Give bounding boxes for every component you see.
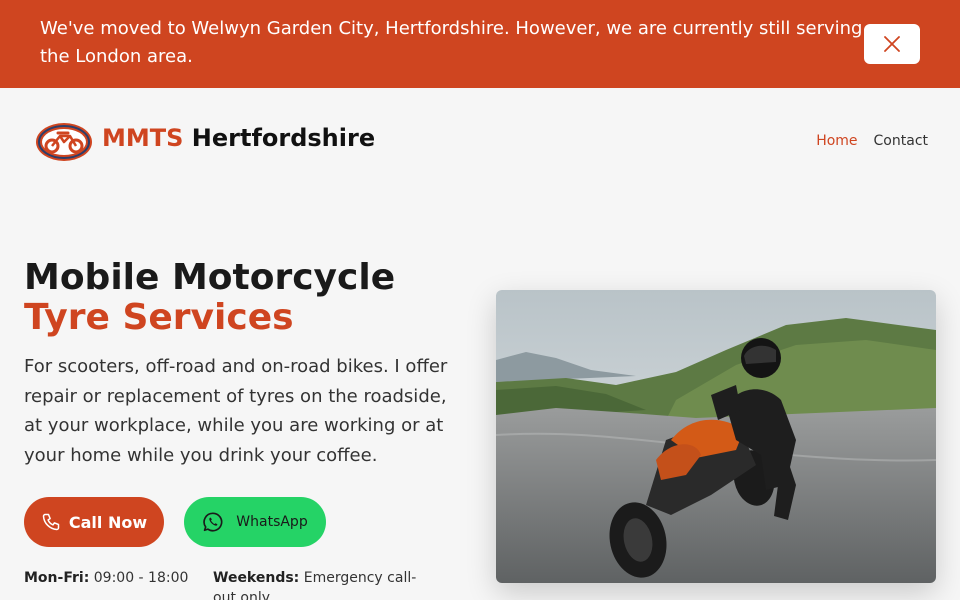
banner-close-button[interactable]	[864, 24, 920, 64]
phone-icon	[42, 513, 60, 531]
announcement-banner: We've moved to Welwyn Garden City, Hertf…	[0, 0, 960, 88]
weekday-hours: Mon-Fri: 09:00 - 18:00	[24, 568, 188, 588]
call-now-button[interactable]: Call Now	[24, 497, 164, 547]
hero-title: Mobile Motorcycle Tyre Services	[24, 258, 395, 338]
hero-title-line2: Tyre Services	[24, 297, 294, 338]
brand-title[interactable]: MMTS Hertfordshire	[102, 124, 375, 152]
whatsapp-icon	[203, 512, 223, 532]
motorcycle-logo-icon	[36, 123, 92, 161]
nav-home-link[interactable]: Home	[816, 133, 857, 149]
weekdays-value: 09:00 - 18:00	[93, 570, 189, 586]
hero-image	[496, 290, 936, 583]
site-logo[interactable]	[34, 121, 94, 163]
brand-name: Hertfordshire	[191, 124, 376, 152]
close-icon	[884, 36, 900, 52]
whatsapp-button[interactable]: WhatsApp	[184, 497, 326, 547]
brand-accent: MMTS	[102, 124, 184, 152]
nav-contact-link[interactable]: Contact	[874, 133, 928, 149]
main-nav: Home Contact	[816, 133, 928, 149]
rider-on-orange-motorcycle-photo	[496, 290, 936, 583]
weekdays-label: Mon-Fri:	[24, 570, 90, 586]
site-header: MMTS Hertfordshire Home Contact	[0, 88, 960, 196]
banner-message: We've moved to Welwyn Garden City, Hertf…	[40, 18, 863, 67]
hero-title-line1: Mobile Motorcycle	[24, 257, 396, 298]
hero-description: For scooters, off-road and on-road bikes…	[24, 356, 448, 466]
weekend-hours: Weekends: Emergency call-out only	[213, 568, 433, 600]
weekends-label: Weekends:	[213, 570, 300, 586]
whatsapp-label: WhatsApp	[236, 514, 308, 530]
call-now-label: Call Now	[68, 512, 148, 532]
